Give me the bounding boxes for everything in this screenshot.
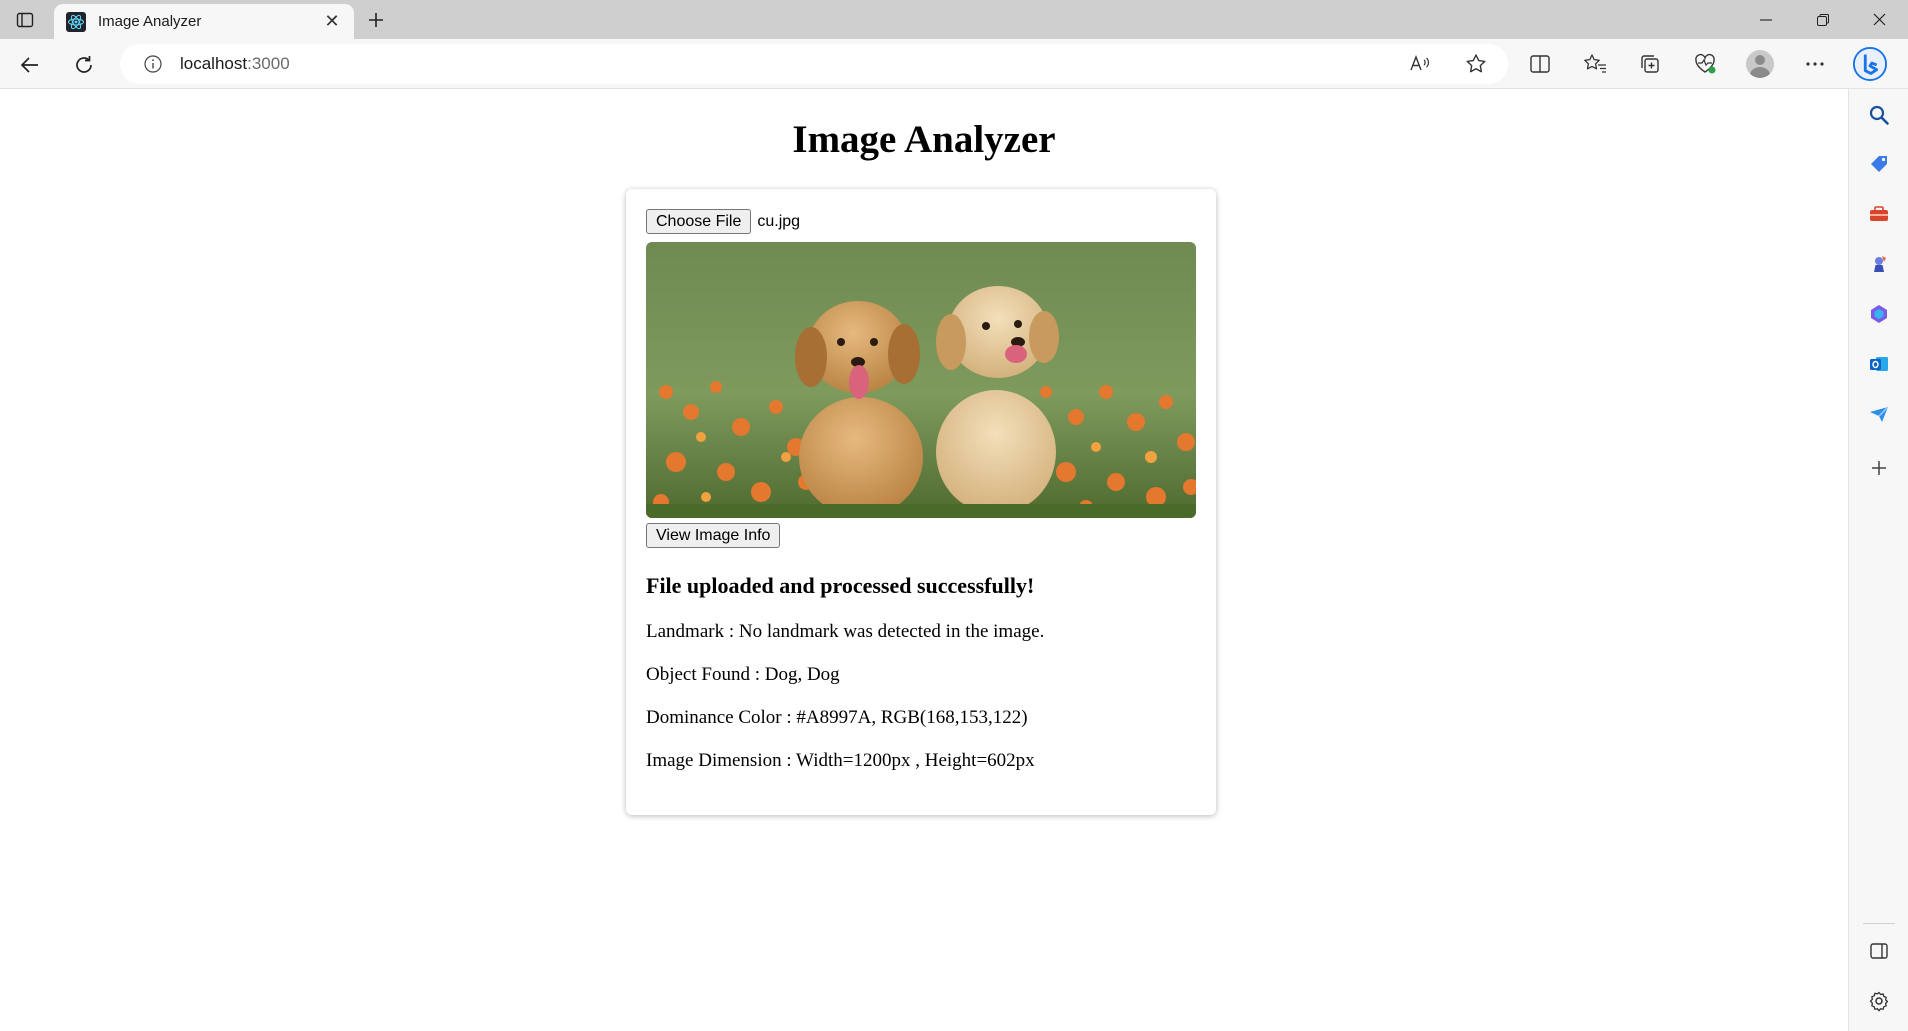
back-button[interactable] [14, 49, 46, 81]
settings-more-button[interactable] [1797, 48, 1833, 80]
minimize-button[interactable] [1737, 0, 1794, 39]
sidebar-microsoft365-button[interactable] [1865, 300, 1893, 328]
tab-actions-icon [16, 12, 34, 28]
star-icon [1466, 54, 1486, 73]
sidebar-outlook-button[interactable] [1865, 350, 1893, 378]
tab-title: Image Analyzer [98, 13, 202, 30]
minimize-icon [1759, 18, 1772, 21]
new-tab-button[interactable] [362, 6, 390, 34]
edge-sidebar [1848, 89, 1908, 1031]
url-host: localhost [180, 54, 248, 73]
copilot-button[interactable] [1852, 46, 1888, 82]
favorites-icon [1584, 54, 1606, 73]
chess-piece-icon [1874, 256, 1886, 272]
image-dimension-info: Image Dimension : Width=1200px , Height=… [646, 750, 1035, 771]
paper-plane-icon [1870, 406, 1889, 422]
window-controls [1737, 0, 1908, 39]
react-favicon-icon [66, 11, 86, 32]
page-title: Image Analyzer [792, 118, 1056, 161]
browser-toolbar: localhost:3000 [0, 39, 1908, 89]
refresh-icon [76, 56, 92, 73]
sidebar-drop-button[interactable] [1865, 400, 1893, 428]
file-input[interactable]: Choose File cu.jpg [646, 209, 800, 234]
hide-sidebar-button[interactable] [1865, 937, 1893, 965]
analyzer-card: Choose File cu.jpg View Image Info File … [626, 189, 1216, 815]
refresh-button[interactable] [68, 49, 100, 81]
tab-actions-button[interactable] [10, 6, 40, 34]
site-info-icon[interactable] [142, 53, 164, 75]
restore-icon [1816, 13, 1829, 26]
address-bar[interactable]: localhost:3000 [120, 44, 1508, 84]
sidebar-tools-button[interactable] [1865, 200, 1893, 228]
shopping-tag-icon [1871, 156, 1887, 172]
toolbar-actions [1522, 46, 1888, 82]
sidebar-games-button[interactable] [1865, 250, 1893, 278]
split-screen-icon [1530, 55, 1550, 73]
selected-file-name: cu.jpg [757, 212, 801, 230]
sidebar-add-button[interactable] [1865, 454, 1893, 482]
restore-button[interactable] [1794, 0, 1851, 39]
toolbox-icon [1870, 206, 1888, 221]
dominant-color-info: Dominance Color : #A8997A, RGB(168,153,1… [646, 707, 1028, 728]
read-aloud-button[interactable] [1402, 48, 1438, 80]
close-tab-icon[interactable]: ✕ [322, 11, 342, 32]
collections-icon [1641, 55, 1659, 73]
plus-icon [1872, 461, 1886, 475]
page-content: Image Analyzer Choose File cu.jpg View I… [0, 89, 1848, 1031]
uploaded-image-preview [646, 242, 1196, 518]
object-info: Object Found : Dog, Dog [646, 664, 840, 685]
plus-icon [369, 13, 383, 27]
collections-button[interactable] [1632, 48, 1668, 80]
split-screen-button[interactable] [1522, 48, 1558, 80]
gear-icon [1869, 991, 1889, 1012]
status-message: File uploaded and processed successfully… [646, 573, 1035, 598]
search-icon [1869, 105, 1889, 125]
profile-button[interactable] [1742, 48, 1778, 80]
bing-copilot-icon [1852, 46, 1888, 82]
sidebar-panel-icon [1870, 943, 1888, 959]
browser-tab[interactable]: Image Analyzer ✕ [54, 4, 354, 39]
add-favorite-button[interactable] [1458, 48, 1494, 80]
sidebar-divider [1863, 923, 1895, 924]
microsoft365-icon [1871, 305, 1887, 323]
landmark-info: Landmark : No landmark was detected in t… [646, 621, 1045, 642]
avatar [1746, 50, 1774, 78]
back-arrow-icon [20, 57, 38, 73]
sidebar-settings-button[interactable] [1865, 987, 1893, 1015]
more-dots-icon [1806, 62, 1824, 66]
choose-file-button[interactable]: Choose File [646, 209, 752, 234]
tab-bar: Image Analyzer ✕ [0, 0, 1908, 39]
close-window-button[interactable] [1851, 0, 1908, 39]
read-aloud-icon [1410, 55, 1429, 71]
heart-pulse-icon [1695, 53, 1716, 74]
sidebar-search-button[interactable] [1865, 101, 1893, 129]
view-image-info-button[interactable]: View Image Info [646, 523, 781, 548]
close-icon [1873, 13, 1886, 26]
browser-essentials-button[interactable] [1687, 48, 1723, 80]
outlook-icon [1870, 357, 1888, 371]
sidebar-shopping-button[interactable] [1865, 150, 1893, 178]
favorites-button[interactable] [1577, 48, 1613, 80]
url-port: :3000 [247, 54, 290, 73]
